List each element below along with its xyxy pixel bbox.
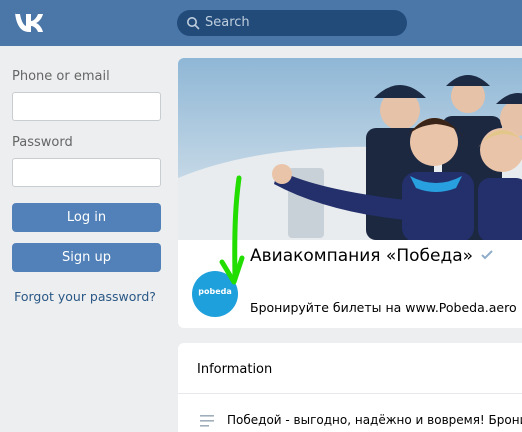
password-label: Password: [12, 135, 73, 150]
community-header-card: pobeda Авиакомпания «Победа» Бронируйте …: [178, 58, 522, 328]
avatar-brand-text: pobeda: [198, 287, 232, 296]
community-name: Авиакомпания «Победа»: [250, 246, 474, 266]
login-button[interactable]: Log in: [12, 203, 161, 232]
vk-logo-icon[interactable]: [13, 10, 45, 36]
verified-checkmark-icon: [481, 250, 493, 260]
information-heading: Information: [197, 362, 273, 377]
description-lines-icon: [200, 415, 214, 427]
login-panel: Phone or email Password Log in Sign up F…: [0, 46, 170, 432]
top-bar: Search: [0, 0, 522, 46]
cover-photo: [178, 58, 522, 240]
information-block: Information Победой - выгодно, надёжно и…: [178, 343, 522, 432]
community-description: Победой - выгодно, надёжно и вовремя! Бр…: [227, 413, 522, 427]
password-field[interactable]: [12, 158, 161, 187]
forgot-password-link[interactable]: Forgot your password?: [0, 289, 170, 304]
signup-button[interactable]: Sign up: [12, 243, 161, 272]
phone-label: Phone or email: [12, 69, 110, 84]
search-icon: [187, 17, 200, 30]
search-placeholder: Search: [205, 15, 250, 30]
community-status: Бронируйте билеты на www.Pobeda.aero: [250, 300, 517, 315]
divider: [178, 393, 522, 394]
search-input[interactable]: Search: [177, 10, 407, 36]
phone-email-field[interactable]: [12, 92, 161, 121]
community-avatar[interactable]: pobeda: [192, 271, 238, 317]
